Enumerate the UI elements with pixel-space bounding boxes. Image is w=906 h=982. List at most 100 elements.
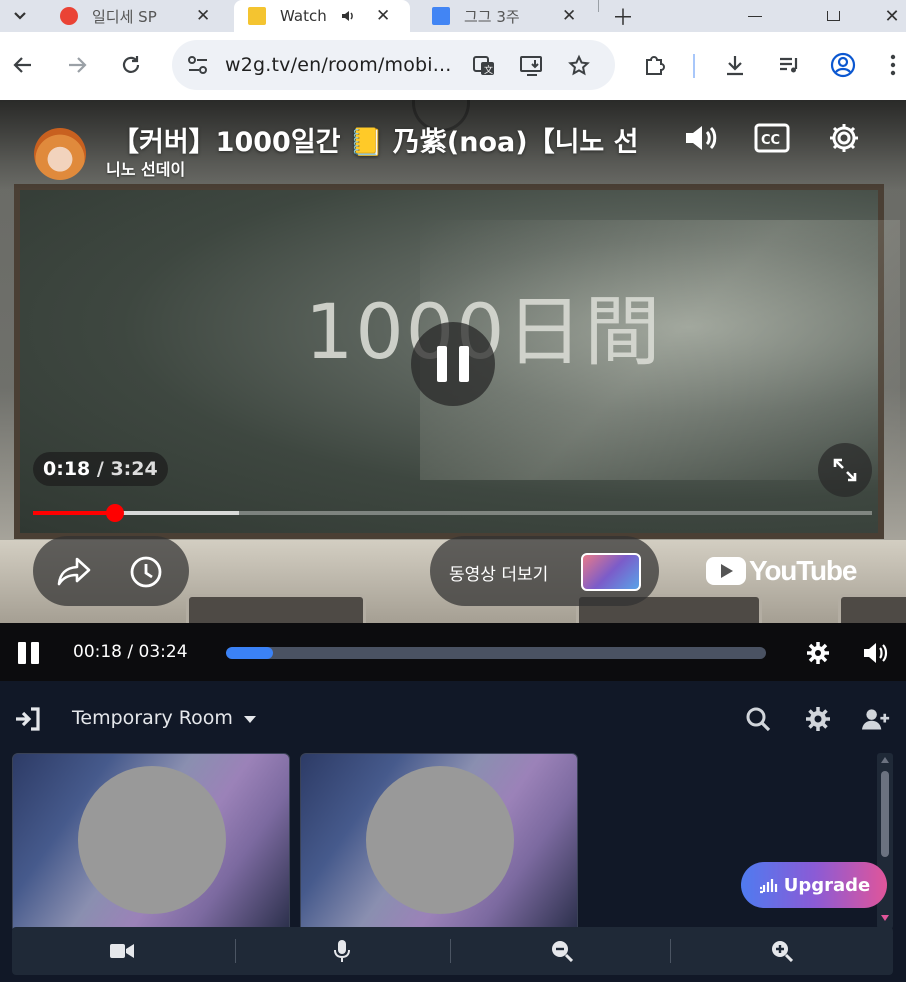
arrow-left-icon (13, 57, 31, 73)
new-tab-button[interactable]: ＋ (612, 0, 636, 32)
maximize-icon (826, 11, 840, 21)
pause-icon (18, 642, 26, 664)
share-icon[interactable] (57, 556, 91, 586)
profile-button[interactable] (828, 50, 858, 80)
video-player[interactable]: 1000日間 【커버】1000일간 📒 乃紫(noa)【니노 선 니노 선데이 … (0, 100, 906, 623)
close-window-icon: ✕ (884, 5, 900, 27)
zoom-out-icon (552, 941, 573, 962)
scroll-up-arrow-icon[interactable] (881, 757, 889, 763)
media-controls-bar (12, 927, 893, 975)
scroll-thumb[interactable] (881, 771, 889, 857)
forward-button[interactable] (62, 50, 92, 80)
divider (670, 939, 671, 963)
chevron-down-icon (14, 12, 26, 20)
tab-2-active[interactable]: Watch ✕ (234, 0, 410, 32)
account-circle-icon (830, 52, 856, 78)
add-user-icon (862, 709, 890, 730)
zoom-in-button[interactable] (672, 927, 892, 975)
more-videos-button[interactable]: 동영상 더보기 (430, 536, 659, 606)
maximize-button[interactable] (818, 0, 848, 32)
sync-progress-bar[interactable] (226, 647, 766, 659)
minimize-button[interactable] (740, 0, 770, 32)
extensions-button[interactable] (640, 50, 670, 80)
tab-divider (598, 0, 599, 12)
browser-menu-button[interactable] (880, 50, 906, 80)
downloads-button[interactable] (720, 50, 750, 80)
toolbar-divider (693, 54, 695, 78)
microphone-toggle-button[interactable] (232, 927, 452, 975)
current-time: 0:18 (43, 458, 91, 480)
video-progress-bar[interactable] (33, 504, 872, 522)
invite-user-button[interactable] (862, 705, 890, 733)
webcam-tile[interactable] (300, 753, 578, 933)
time-display: 0:18 / 3:24 (33, 452, 168, 486)
sync-pause-button[interactable] (18, 642, 40, 664)
chair-scene (838, 594, 906, 623)
url-text[interactable]: w2g.tv/en/room/mobi... (225, 54, 452, 76)
sync-settings-button[interactable] (806, 641, 830, 669)
leave-room-button[interactable] (14, 705, 42, 733)
back-button[interactable] (8, 50, 38, 80)
install-app-icon[interactable] (519, 54, 545, 78)
media-control-button[interactable] (774, 50, 804, 80)
tab-3[interactable]: 그그 3주 ✕ (432, 0, 598, 32)
browser-toolbar: w2g.tv/en/room/mobi... 文 (0, 32, 906, 100)
zoom-out-button[interactable] (452, 927, 672, 975)
close-icon[interactable]: ✕ (562, 6, 576, 26)
bookmark-star-icon[interactable] (567, 54, 591, 78)
search-icon (746, 707, 771, 732)
scroll-down-arrow-icon[interactable] (881, 915, 889, 921)
fullscreen-button[interactable] (818, 443, 872, 497)
minimize-icon (748, 15, 762, 17)
close-icon[interactable]: ✕ (196, 6, 210, 26)
channel-name[interactable]: 니노 선데이 (106, 156, 185, 180)
tab-list-button[interactable] (0, 0, 40, 32)
sparkle-chart-icon (759, 879, 777, 894)
warning-favicon-icon (60, 7, 78, 25)
closed-captions-icon: CC (754, 123, 790, 153)
speaker-icon (686, 126, 717, 150)
upgrade-label: Upgrade (783, 874, 871, 896)
more-videos-label: 동영상 더보기 (449, 565, 549, 585)
site-settings-icon[interactable] (187, 55, 209, 75)
webcam-tile[interactable] (12, 753, 290, 933)
search-button[interactable] (744, 705, 772, 733)
svg-text:文: 文 (484, 64, 493, 76)
audio-playing-icon[interactable] (340, 8, 356, 24)
room-title-dropdown[interactable]: Temporary Room (72, 707, 257, 729)
zoom-in-icon (772, 941, 793, 962)
reload-button[interactable] (116, 50, 146, 80)
close-icon[interactable]: ✕ (376, 6, 390, 26)
video-settings-button[interactable] (824, 120, 864, 156)
sync-volume-button[interactable] (862, 641, 890, 669)
tab-3-label: 그그 3주 (464, 7, 520, 26)
fullscreen-icon (833, 458, 857, 482)
youtube-play-icon (706, 557, 746, 585)
duration: 3:24 (110, 458, 158, 480)
camera-toggle-button[interactable] (12, 927, 232, 975)
browser-tab-strip: 일디세 SP ✕ Watch ✕ 그그 3주 ✕ ＋ ✕ (0, 0, 906, 32)
sync-progress-fill (226, 647, 273, 659)
tab-2-label: Watch (280, 7, 327, 25)
upgrade-button[interactable]: Upgrade (741, 862, 887, 908)
volume-button[interactable] (681, 120, 721, 156)
close-window-button[interactable]: ✕ (878, 0, 906, 32)
chair-scene (186, 594, 366, 623)
played-bar (33, 511, 116, 515)
address-bar[interactable]: w2g.tv/en/room/mobi... 文 (172, 40, 615, 90)
translate-icon[interactable]: 文 (472, 54, 496, 78)
participants-scrollbar[interactable] (877, 753, 893, 929)
captions-button[interactable]: CC (752, 120, 792, 156)
more-vert-icon (890, 54, 896, 76)
pause-button-large[interactable] (411, 322, 495, 406)
channel-avatar[interactable] (34, 128, 86, 180)
watch-later-clock-icon[interactable] (129, 555, 163, 589)
youtube-logo[interactable]: YouTube (706, 555, 857, 587)
youtube-wordmark: YouTube (749, 555, 857, 586)
pause-icon (437, 346, 447, 382)
tab-1[interactable]: 일디세 SP ✕ (60, 0, 230, 32)
tab-1-label: 일디세 SP (92, 7, 157, 26)
room-settings-button[interactable] (804, 705, 832, 733)
caret-down-icon (243, 716, 256, 723)
video-title[interactable]: 【커버】1000일간 📒 乃紫(noa)【니노 선 (112, 120, 646, 159)
